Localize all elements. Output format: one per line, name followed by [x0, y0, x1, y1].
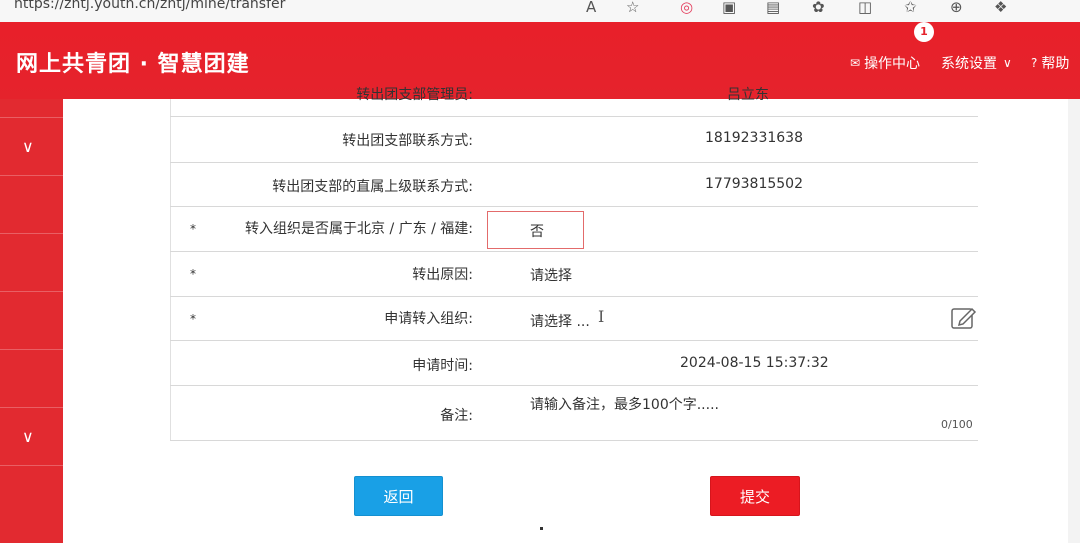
sidebar-divider — [0, 465, 63, 466]
label-remark: 备注: — [440, 408, 473, 424]
copilot-icon[interactable]: ❖ — [994, 0, 1007, 16]
label-out-branch-admin: 转出团支部管理员: — [356, 87, 473, 103]
submit-button[interactable]: 提交 — [710, 476, 800, 516]
collections-icon[interactable]: ▤ — [766, 0, 780, 16]
stray-dot — [540, 527, 543, 530]
form-row — [170, 99, 978, 117]
value-superior-contact: 17793815502 — [705, 176, 803, 192]
remark-placeholder: 请输入备注，最多100个字..... — [530, 397, 719, 413]
chevron-down-icon[interactable]: ∨ — [22, 427, 34, 446]
tab-groups-icon[interactable]: ▣ — [722, 0, 736, 16]
remark-char-counter: 0/100 — [941, 418, 973, 431]
ops-center-label: 操作中心 — [864, 56, 921, 72]
split-screen-icon[interactable]: ◫ — [858, 0, 872, 16]
label-apply-time: 申请时间: — [412, 358, 473, 374]
sidebar-divider — [0, 175, 63, 176]
settings-icon[interactable]: ✿ — [812, 0, 825, 16]
mail-icon: ✉ — [850, 56, 861, 70]
help-icon: ? — [1031, 56, 1038, 70]
chevron-down-icon: ∨ — [1003, 56, 1012, 70]
label-superior-contact: 转出团支部的直属上级联系方式: — [272, 179, 473, 195]
settings-menu[interactable]: 系统设置 ∨ — [941, 53, 1012, 73]
help-label: 帮助 — [1041, 56, 1070, 72]
help-link[interactable]: ? 帮助 — [1031, 53, 1069, 73]
target-org-select[interactable]: 请选择 ... — [530, 311, 590, 331]
transfer-reason-select[interactable]: 请选择 — [530, 265, 572, 285]
required-mark: * — [190, 312, 196, 326]
favorites-icon[interactable]: ✩ — [904, 0, 917, 16]
extension-icon[interactable]: ◎ — [680, 0, 693, 16]
sidebar-divider — [0, 233, 63, 234]
value-out-branch-contact: 18192331638 — [705, 130, 803, 146]
sidebar-divider — [0, 117, 63, 118]
favorite-star-icon[interactable]: ☆ — [626, 0, 639, 16]
sidebar-divider — [0, 407, 63, 408]
label-target-org: 申请转入组织: — [384, 311, 473, 327]
browser-toolbar: https://zhtj.youth.cn/zhtj/mine/transfer… — [0, 0, 1080, 22]
label-out-branch-contact: 转出团支部联系方式: — [342, 133, 473, 149]
text-cursor-icon: I — [598, 307, 605, 326]
page-scroll-gutter — [1068, 99, 1080, 543]
form-row — [170, 252, 978, 297]
target-region-select[interactable]: 否 — [487, 211, 584, 249]
form-row — [170, 341, 978, 386]
sidebar-divider — [0, 349, 63, 350]
form-row — [170, 117, 978, 163]
value-apply-time: 2024-08-15 15:37:32 — [680, 355, 829, 371]
target-region-value: 否 — [530, 224, 544, 240]
value-out-branch-admin: 吕立东 — [727, 87, 769, 103]
ops-center-badge: 1 — [914, 22, 934, 42]
required-mark: * — [190, 267, 196, 281]
label-target-region: 转入组织是否属于北京 / 广东 / 福建: — [245, 221, 473, 237]
back-button[interactable]: 返回 — [354, 476, 443, 516]
read-aloud-icon[interactable]: A — [586, 0, 596, 16]
required-mark: * — [190, 222, 196, 236]
chevron-down-icon[interactable]: ∨ — [22, 137, 34, 156]
ops-center-link[interactable]: ✉ 操作中心 — [850, 53, 920, 73]
label-transfer-reason: 转出原因: — [412, 267, 473, 283]
edit-icon[interactable] — [950, 305, 978, 331]
address-bar[interactable]: https://zhtj.youth.cn/zhtj/mine/transfer — [14, 0, 285, 12]
settings-label: 系统设置 — [941, 56, 997, 72]
sidebar-divider — [0, 291, 63, 292]
browser-essentials-icon[interactable]: ⊕ — [950, 0, 963, 16]
brand-title: 网上共青团 · 智慧团建 — [16, 52, 250, 77]
sidebar: ∨ ∨ — [0, 99, 63, 543]
